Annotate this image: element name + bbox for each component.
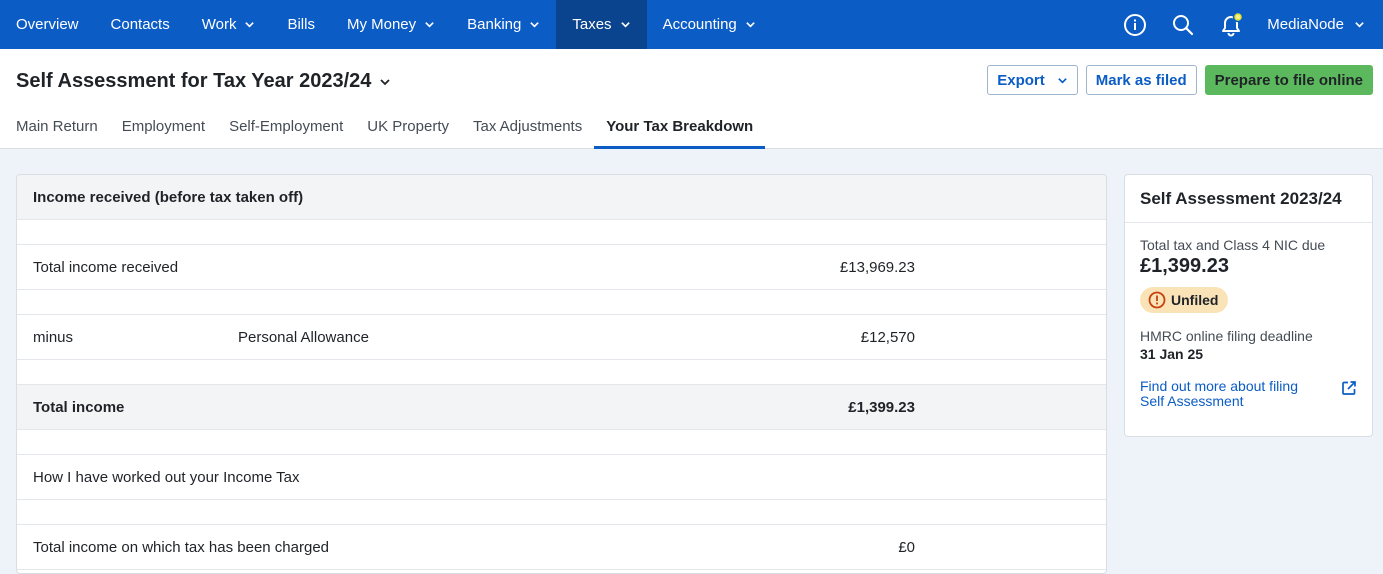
row-label: Total income on which tax has been charg… (33, 538, 330, 556)
top-navigation: Overview Contacts Work Bills My Money Ba… (0, 0, 1383, 49)
tax-breakdown-table: Income received (before tax taken off) T… (16, 174, 1107, 574)
header-actions: Export Mark as filed Prepare to file onl… (987, 65, 1373, 95)
row-label: Total income received (33, 258, 179, 276)
row-label: How I have worked out your Income Tax (33, 468, 300, 486)
row-amount: £12,570 (860, 328, 915, 346)
notifications-button[interactable] (1207, 0, 1255, 49)
tax-due-label: Total tax and Class 4 NIC due (1140, 237, 1326, 253)
find-out-more-label: Find out more about filing Self Assessme… (1140, 378, 1298, 409)
nav-item-label: Banking (467, 16, 522, 33)
nav-item-banking[interactable]: Banking (451, 0, 556, 49)
table-spacer-row (17, 360, 1106, 385)
table-row: How I have worked out your Income Tax (17, 455, 1106, 500)
export-button-label: Export (997, 71, 1045, 89)
chevron-down-icon (746, 22, 755, 28)
table-row: Total income on which tax has been charg… (17, 525, 1106, 570)
nav-item-label: My Money (346, 16, 417, 33)
summary-body: Total tax and Class 4 NIC due £1,399.23 … (1125, 223, 1372, 409)
tab-employment[interactable]: Employment (110, 111, 217, 149)
page-header: Self Assessment for Tax Year 2023/24 Exp… (0, 49, 1383, 149)
chevron-down-icon (380, 78, 391, 85)
nav-item-contacts[interactable]: Contacts (95, 0, 186, 49)
user-name: MediaNode (1267, 16, 1344, 33)
page-title-text: Self Assessment for Tax Year 2023/24 (16, 70, 372, 92)
summary-title: Self Assessment 2023/24 (1125, 175, 1372, 223)
tab-bar: Main Return Employment Self-Employment U… (4, 111, 766, 149)
external-link-icon (1342, 381, 1356, 395)
tab-label: Self-Employment (229, 118, 344, 135)
chevron-down-icon (530, 22, 540, 28)
nav-item-bills[interactable]: Bills (271, 0, 331, 49)
chevron-down-icon (1355, 22, 1364, 28)
deadline-label: HMRC online filing deadline (1140, 328, 1313, 344)
row-amount: £0 (898, 538, 915, 556)
chevron-down-icon (620, 22, 630, 28)
tab-your-tax-breakdown[interactable]: Your Tax Breakdown (594, 111, 766, 149)
nav-item-label: Bills (287, 16, 315, 33)
tab-tax-adjustments[interactable]: Tax Adjustments (461, 111, 594, 149)
find-out-more-link[interactable]: Find out more about filing Self Assessme… (1140, 379, 1357, 409)
table-spacer-row (17, 430, 1106, 455)
nav-item-taxes[interactable]: Taxes (556, 0, 647, 49)
warning-icon (1148, 291, 1166, 309)
table-row-total: Total income £1,399.23 (17, 385, 1106, 430)
tax-due-amount: £1,399.23 (1140, 255, 1229, 277)
nav-item-overview[interactable]: Overview (0, 0, 95, 49)
row-label: Personal Allowance (238, 328, 369, 346)
user-menu[interactable]: MediaNode (1255, 16, 1383, 33)
prepare-to-file-label: Prepare to file online (1214, 71, 1363, 89)
summary-card: Self Assessment 2023/24 Total tax and Cl… (1124, 174, 1373, 437)
nav-item-work[interactable]: Work (186, 0, 272, 49)
nav-item-label: Accounting (662, 16, 737, 33)
nav-utilities: MediaNode (1111, 0, 1383, 49)
tab-label: UK Property (367, 118, 449, 135)
tab-main-return[interactable]: Main Return (4, 111, 110, 149)
mark-as-filed-label: Mark as filed (1095, 71, 1187, 89)
row-amount: £1,399.23 (848, 398, 915, 416)
chevron-down-icon (425, 22, 434, 28)
bell-icon (1222, 11, 1244, 36)
table-spacer-row (17, 220, 1106, 245)
mark-as-filed-button[interactable]: Mark as filed (1085, 65, 1197, 95)
tab-label: Main Return (16, 118, 98, 135)
tab-label: Employment (121, 118, 206, 135)
table-row: minus Personal Allowance £12,570 (17, 315, 1106, 360)
export-button[interactable]: Export (987, 65, 1078, 95)
table-heading: Income received (before tax taken off) (33, 188, 304, 206)
search-button[interactable] (1159, 0, 1207, 49)
status-badge-label: Unfiled (1171, 292, 1219, 308)
search-icon (1173, 14, 1194, 35)
chevron-down-icon (1057, 77, 1067, 84)
info-icon (1124, 13, 1147, 36)
page-title[interactable]: Self Assessment for Tax Year 2023/24 (16, 70, 391, 93)
main-nav-menu: Overview Contacts Work Bills My Money Ba… (0, 0, 772, 49)
row-label: Total income (33, 398, 125, 416)
nav-item-label: Taxes (572, 16, 612, 33)
nav-item-label: Overview (16, 16, 79, 33)
tab-uk-property[interactable]: UK Property (355, 111, 461, 149)
table-row: Total income received £13,969.23 (17, 245, 1106, 290)
deadline-value: 31 Jan 25 (1140, 346, 1204, 362)
prepare-to-file-button[interactable]: Prepare to file online (1204, 65, 1373, 95)
table-spacer-row (17, 290, 1106, 315)
row-amount: £13,969.23 (839, 258, 915, 276)
nav-item-accounting[interactable]: Accounting (647, 0, 772, 49)
tab-label: Tax Adjustments (473, 118, 583, 135)
tab-label: Your Tax Breakdown (606, 118, 754, 135)
status-badge: Unfiled (1140, 287, 1229, 313)
nav-item-my-money[interactable]: My Money (331, 0, 451, 49)
nav-item-label: Work (201, 16, 237, 33)
nav-item-label: Contacts (110, 16, 170, 33)
table-header-row: Income received (before tax taken off) (17, 175, 1106, 220)
info-button[interactable] (1111, 0, 1159, 49)
chevron-down-icon (245, 22, 255, 28)
table-spacer-row (17, 500, 1106, 525)
tab-self-employment[interactable]: Self-Employment (217, 111, 355, 149)
row-prefix: minus (33, 328, 74, 346)
